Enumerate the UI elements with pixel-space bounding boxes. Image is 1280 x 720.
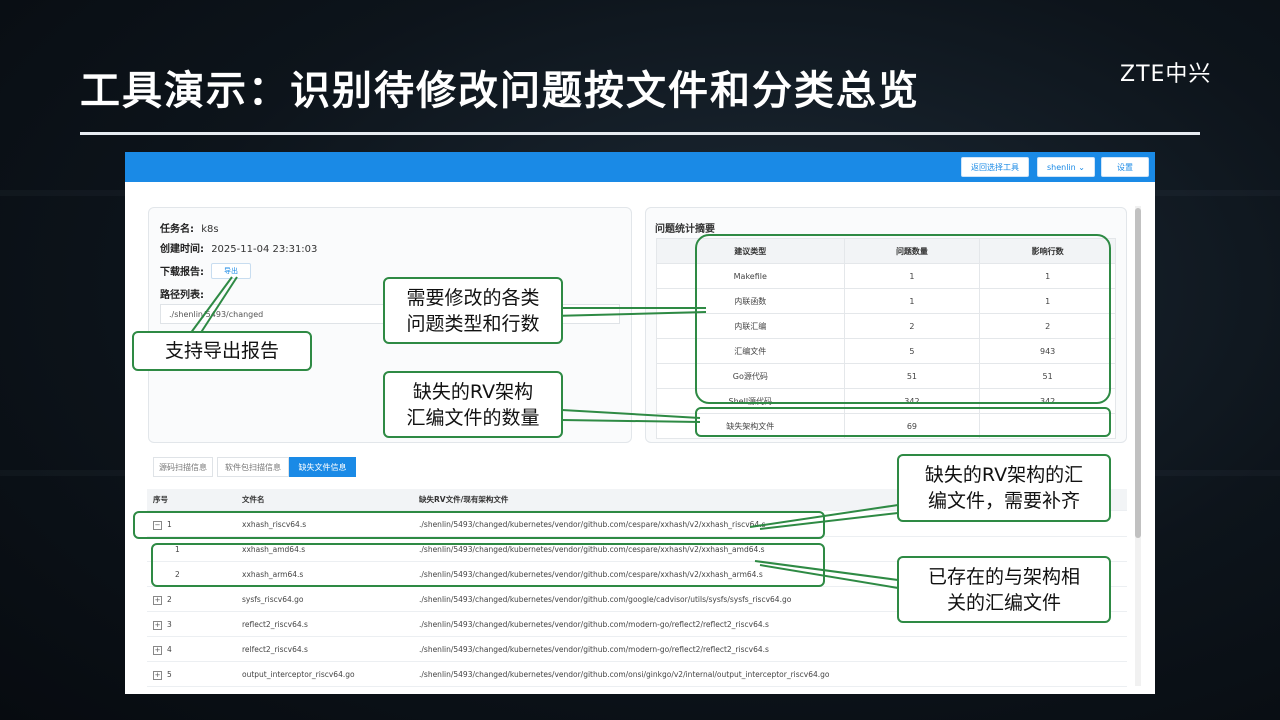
settings-button[interactable]: 设置 [1101, 157, 1149, 177]
row-filename: relfect2_riscv64.s [242, 645, 308, 654]
tab-source-scan[interactable]: 源码扫描信息 [153, 457, 213, 477]
created-time-value: 2025-11-04 23:31:03 [211, 244, 318, 255]
row-path: ./shenlin/5493/changed/kubernetes/vendor… [419, 645, 769, 654]
tab-missing-files[interactable]: 缺失文件信息 [289, 457, 356, 477]
slide-title: 工具演示：识别待修改问题按文件和分类总览 [80, 68, 920, 114]
row-index-value: 5 [167, 670, 172, 679]
row-filename: output_interceptor_riscv64.go [242, 670, 355, 679]
table-row[interactable]: +4 relfect2_riscv64.s ./shenlin/5493/cha… [147, 637, 1127, 662]
expand-icon[interactable]: + [153, 645, 162, 655]
callout-export: 支持导出报告 [132, 331, 312, 371]
created-time: 创建时间: 2025-11-04 23:31:03 [160, 240, 317, 255]
row-filename: sysfs_riscv64.go [242, 595, 304, 604]
back-to-tools-button[interactable]: 返回选择工具 [961, 157, 1029, 177]
row-index: +5 [153, 662, 172, 687]
scrollbar-thumb[interactable] [1135, 208, 1141, 538]
table-row[interactable]: +5 output_interceptor_riscv64.go ./shenl… [147, 662, 1127, 687]
callout-summary: 需要修改的各类 问题类型和行数 [383, 277, 563, 344]
path-list-label: 路径列表: [160, 286, 204, 301]
download-report-text: 下载报告: [160, 267, 204, 278]
brand-logo: ZTE中兴 [1120, 62, 1212, 87]
task-name: 任务名: k8s [160, 220, 219, 235]
tab-package-scan[interactable]: 软件包扫描信息 [217, 457, 289, 477]
row-path: ./shenlin/5493/changed/kubernetes/vendor… [419, 595, 792, 604]
row-index: +3 [153, 612, 172, 637]
path-list-text: 路径列表: [160, 290, 204, 301]
export-report-button[interactable]: 导出 [211, 263, 251, 279]
expand-icon[interactable]: + [153, 595, 162, 605]
callout-existing-files: 已存在的与架构相 关的汇编文件 [897, 556, 1111, 623]
task-name-label: 任务名: [160, 224, 194, 235]
app-header: 返回选择工具 shenlin ⌄ 设置 [125, 152, 1155, 182]
title-divider [80, 132, 1200, 135]
files-col-path: 缺失RV文件/现有架构文件 [419, 495, 509, 504]
row-path: ./shenlin/5493/changed/kubernetes/vendor… [419, 670, 830, 679]
row-index: +2 [153, 587, 172, 612]
user-menu-button[interactable]: shenlin ⌄ [1037, 157, 1095, 177]
row-filename: reflect2_riscv64.s [242, 620, 308, 629]
missing-file-highlight [133, 511, 825, 539]
callout-missing-count: 缺失的RV架构 汇编文件的数量 [383, 371, 563, 438]
expand-icon[interactable]: + [153, 670, 162, 680]
summary-highlight [695, 234, 1111, 404]
row-path: ./shenlin/5493/changed/kubernetes/vendor… [419, 620, 769, 629]
existing-files-highlight [151, 543, 825, 587]
row-index-value: 3 [167, 620, 172, 629]
row-index: +4 [153, 637, 172, 662]
summary-title: 问题统计摘要 [655, 224, 715, 235]
download-report-label: 下载报告: [160, 263, 204, 278]
callout-missing-files: 缺失的RV架构的汇 编文件，需要补齐 [897, 454, 1111, 522]
row-index-value: 4 [167, 645, 172, 654]
created-time-label: 创建时间: [160, 244, 204, 255]
expand-icon[interactable]: + [153, 620, 162, 630]
missing-count-highlight [695, 407, 1111, 437]
files-col-index: 序号 [153, 495, 168, 504]
row-index-value: 2 [167, 595, 172, 604]
task-name-value: k8s [201, 224, 219, 235]
files-col-name: 文件名 [242, 495, 265, 504]
